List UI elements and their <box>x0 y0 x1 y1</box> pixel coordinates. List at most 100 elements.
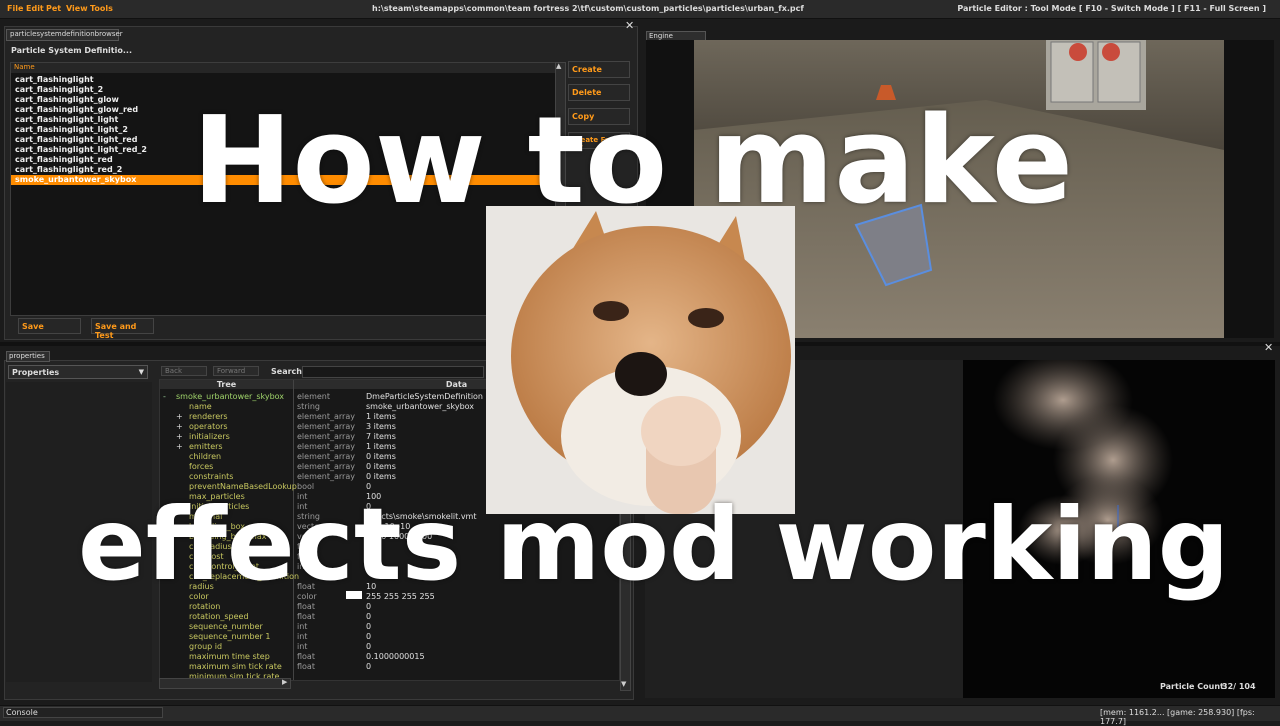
console-tab[interactable]: Console <box>3 707 163 718</box>
tree-row-name: sequence_number <box>189 622 263 631</box>
column-header-tree[interactable]: Tree <box>160 380 293 389</box>
tree-row-name: emitters <box>189 442 223 451</box>
menu-tools[interactable]: Tools <box>90 4 113 13</box>
tree-row-type: float <box>297 612 315 621</box>
tree-row-type: float <box>297 662 315 671</box>
tree-row-value: 0 <box>366 632 372 641</box>
tree-row-value: 1 items <box>366 412 396 421</box>
list-item[interactable]: cart_flashinglight <box>15 75 94 84</box>
chevron-down-icon: ▼ <box>138 368 144 376</box>
list-item-selected[interactable]: smoke_urbantower_skybox <box>15 175 136 184</box>
tree-row-type: element_array <box>297 422 355 431</box>
tree-row-value: 7 items <box>366 432 396 441</box>
tree-row-name: rotation_speed <box>189 612 249 621</box>
menu-edit[interactable]: Edit <box>26 4 44 13</box>
tree-row[interactable]: sequence_number int 0 <box>160 622 619 632</box>
tree-row-name: constraints <box>189 472 234 481</box>
tree-row-type: float <box>297 652 315 661</box>
list-item[interactable]: cart_flashinglight_red_2 <box>15 165 122 174</box>
list-item[interactable]: cart_flashinglight_light_red <box>15 135 137 144</box>
expand-icon[interactable]: + <box>176 412 183 421</box>
tree-row-type: element_array <box>297 462 355 471</box>
list-item[interactable]: cart_flashinglight_light_2 <box>15 125 128 134</box>
menu-file[interactable]: File <box>7 4 23 13</box>
menu-pet[interactable]: Pet <box>46 4 61 13</box>
tree-row-value: 0 <box>366 612 372 621</box>
save-and-test-button[interactable]: Save and Test <box>91 318 154 340</box>
tree-row-type: element_array <box>297 442 355 451</box>
search-label: Search: <box>271 367 306 376</box>
back-button[interactable]: Back <box>161 366 207 376</box>
tree-row-value: 0 <box>366 622 372 631</box>
engine-stats: [mem: 1161.2... [game: 258.930] [fps: 17… <box>1100 708 1255 726</box>
tree-horizontal-scrollbar[interactable] <box>159 678 291 689</box>
forward-button[interactable]: Forward <box>213 366 259 376</box>
overlay-title-line1: How to make <box>192 92 1074 231</box>
overlay-title-line2: effects mod working <box>78 486 1230 603</box>
tree-row-type: int <box>297 632 308 641</box>
tree-row-type: element_array <box>297 452 355 461</box>
tree-row-value: 0 items <box>366 472 396 481</box>
close-icon[interactable]: ✕ <box>1264 341 1273 354</box>
tree-row-value: 0 items <box>366 462 396 471</box>
tree-row-type: string <box>297 402 320 411</box>
tree-row-name: operators <box>189 422 228 431</box>
dog-photo <box>486 206 795 514</box>
tree-row-name: group id <box>189 642 223 651</box>
tree-row-type: element_array <box>297 472 355 481</box>
tree-row-name: sequence_number 1 <box>189 632 271 641</box>
tree-row-value: 0.1000000015 <box>366 652 425 661</box>
expand-icon[interactable]: + <box>176 432 183 441</box>
tree-row-type: element_array <box>297 412 355 421</box>
tab-definition-browser[interactable]: particlesystemdefinitionbrowser <box>6 29 123 41</box>
scroll-right-icon[interactable]: ▶ <box>282 678 287 686</box>
mode-info: Particle Editor : Tool Mode [ F10 - Swit… <box>957 4 1266 13</box>
tree-row-value: 1 items <box>366 442 396 451</box>
tree-row-value: 0 items <box>366 452 396 461</box>
list-item[interactable]: cart_flashinglight_glow <box>15 95 119 104</box>
list-item[interactable]: cart_flashinglight_2 <box>15 85 103 94</box>
properties-dropdown-value: Properties <box>12 368 60 377</box>
tree-row-name: maximum sim tick rate <box>189 662 282 671</box>
tree-row[interactable]: sequence_number 1 int 0 <box>160 632 619 642</box>
tree-row-value: 3 items <box>366 422 396 431</box>
menu-bar: File Edit Pet View Tools h:\steam\steama… <box>0 0 1280 19</box>
tree-row-name: children <box>189 452 222 461</box>
expand-icon[interactable]: + <box>176 422 183 431</box>
tree-row-name: smoke_urbantower_skybox <box>176 392 285 401</box>
tree-row[interactable]: maximum time step float 0.1000000015 <box>160 652 619 662</box>
tab-properties[interactable]: properties <box>6 351 50 362</box>
list-header-name[interactable]: Name <box>11 63 556 73</box>
tree-row-type: element_array <box>297 432 355 441</box>
tree-row-type: int <box>297 622 308 631</box>
list-item[interactable]: cart_flashinglight_light_red_2 <box>15 145 147 154</box>
close-icon[interactable]: ✕ <box>625 19 634 32</box>
menu-view[interactable]: View <box>66 4 88 13</box>
tree-row-value: 0 <box>366 642 372 651</box>
list-item[interactable]: cart_flashinglight_light <box>15 115 118 124</box>
particle-count-value: 32/ 104 <box>1222 682 1256 691</box>
tree-row[interactable]: rotation_speed float 0 <box>160 612 619 622</box>
tree-row[interactable]: maximum sim tick rate float 0 <box>160 662 619 672</box>
tree-row-type: int <box>297 642 308 651</box>
browser-heading: Particle System Definitio... <box>11 46 132 55</box>
tree-row-value: 0 <box>366 662 372 671</box>
expand-icon[interactable]: + <box>176 442 183 451</box>
search-input[interactable] <box>302 366 484 378</box>
tree-row[interactable]: group id int 0 <box>160 642 619 652</box>
tree-row-type: element <box>297 392 330 401</box>
shiba-dog-image <box>511 211 791 514</box>
tree-row-name: name <box>189 402 212 411</box>
save-button[interactable]: Save <box>18 318 81 334</box>
tree-row-name: renderers <box>189 412 228 421</box>
tree-row-value: DmeParticleSystemDefinition 08 <box>366 392 496 401</box>
create-button[interactable]: Create <box>568 61 630 78</box>
particle-count-label: Particle Count: <box>1160 682 1228 691</box>
scroll-up-icon[interactable]: ▲ <box>556 62 561 70</box>
properties-dropdown[interactable]: Properties ▼ <box>8 365 148 379</box>
list-item[interactable]: cart_flashinglight_red <box>15 155 113 164</box>
tree-row-name: initializers <box>189 432 230 441</box>
list-item[interactable]: cart_flashinglight_glow_red <box>15 105 138 114</box>
scroll-down-icon[interactable]: ▼ <box>621 680 626 688</box>
collapse-icon[interactable]: - <box>163 392 166 401</box>
